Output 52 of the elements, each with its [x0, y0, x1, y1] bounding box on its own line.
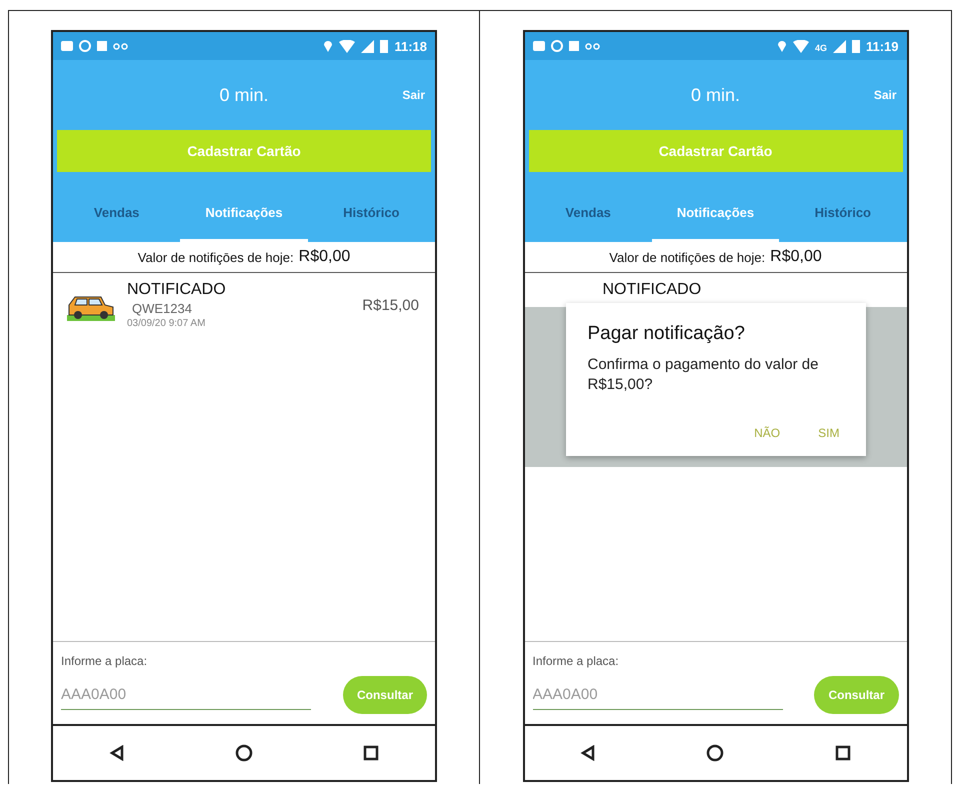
signal-icon — [361, 40, 374, 52]
exit-link[interactable]: Sair — [402, 88, 425, 102]
dialog-title: Pagar notificação? — [588, 323, 746, 345]
summary-value: R$0,00 — [298, 248, 350, 266]
tab[interactable]: Notificações — [652, 172, 780, 242]
consult-button[interactable]: Consultar — [342, 676, 427, 714]
recents-icon[interactable] — [363, 745, 380, 761]
video-icon — [532, 41, 544, 51]
back-icon[interactable] — [108, 745, 125, 761]
wifi-icon — [339, 40, 356, 52]
notification-status: NOTIFICADO — [127, 281, 227, 299]
tab[interactable]: Notificações — [180, 172, 308, 242]
plate-number: QWE1234 — [131, 301, 193, 316]
plate-input[interactable]: AAA0A00 — [532, 680, 782, 710]
register-card-button[interactable]: Cadastrar Cartão — [57, 130, 431, 172]
timer-title: 0 min. — [219, 84, 269, 106]
timer-title: 0 min. — [690, 84, 740, 106]
voicemail-icon — [113, 42, 128, 50]
tab[interactable]: Vendas — [53, 172, 180, 242]
register-card-button[interactable]: Cadastrar Cartão — [528, 130, 902, 172]
status-time: 11:18 — [394, 38, 427, 54]
battery-icon — [852, 39, 860, 53]
notification-date: 03/09/20 9:07 AM — [127, 318, 206, 329]
plate-label: Informe a placa: — [532, 654, 620, 668]
notification-amount: R$15,00 — [362, 296, 419, 314]
dialog-button[interactable]: NÃO — [750, 422, 784, 444]
notification-status: NOTIFICADO — [602, 281, 702, 299]
summary-label: Valor de notifiçōes de hoje: — [138, 250, 294, 264]
recents-icon[interactable] — [834, 745, 851, 761]
back-icon[interactable] — [580, 745, 596, 761]
consult-button[interactable]: Consultar — [814, 676, 898, 714]
home-icon[interactable] — [234, 744, 253, 762]
exit-link[interactable]: Sair — [874, 88, 896, 102]
home-icon[interactable] — [706, 744, 724, 762]
battery-icon — [380, 39, 388, 53]
status-time: 11:19 — [866, 38, 898, 54]
plate-label: Informe a placa: — [61, 654, 148, 668]
wifi-icon — [792, 40, 809, 52]
voicemail-icon — [584, 42, 600, 50]
tab[interactable]: Histórico — [308, 172, 435, 242]
dialog-message: Confirma o pagamento do valor de R$15,00? — [588, 355, 820, 394]
location-icon — [776, 39, 787, 53]
tab[interactable]: Vendas — [524, 172, 652, 242]
tab[interactable]: Histórico — [779, 172, 906, 242]
plate-input[interactable]: AAA0A00 — [61, 680, 311, 710]
location-icon — [323, 39, 334, 53]
video-icon — [61, 41, 73, 51]
network-type: 4G — [814, 42, 827, 52]
summary-label: Valor de notifiçōes de hoje: — [609, 250, 766, 264]
dialog-button[interactable]: SIM — [814, 422, 844, 444]
signal-icon — [832, 40, 846, 52]
summary-value: R$0,00 — [770, 248, 822, 266]
